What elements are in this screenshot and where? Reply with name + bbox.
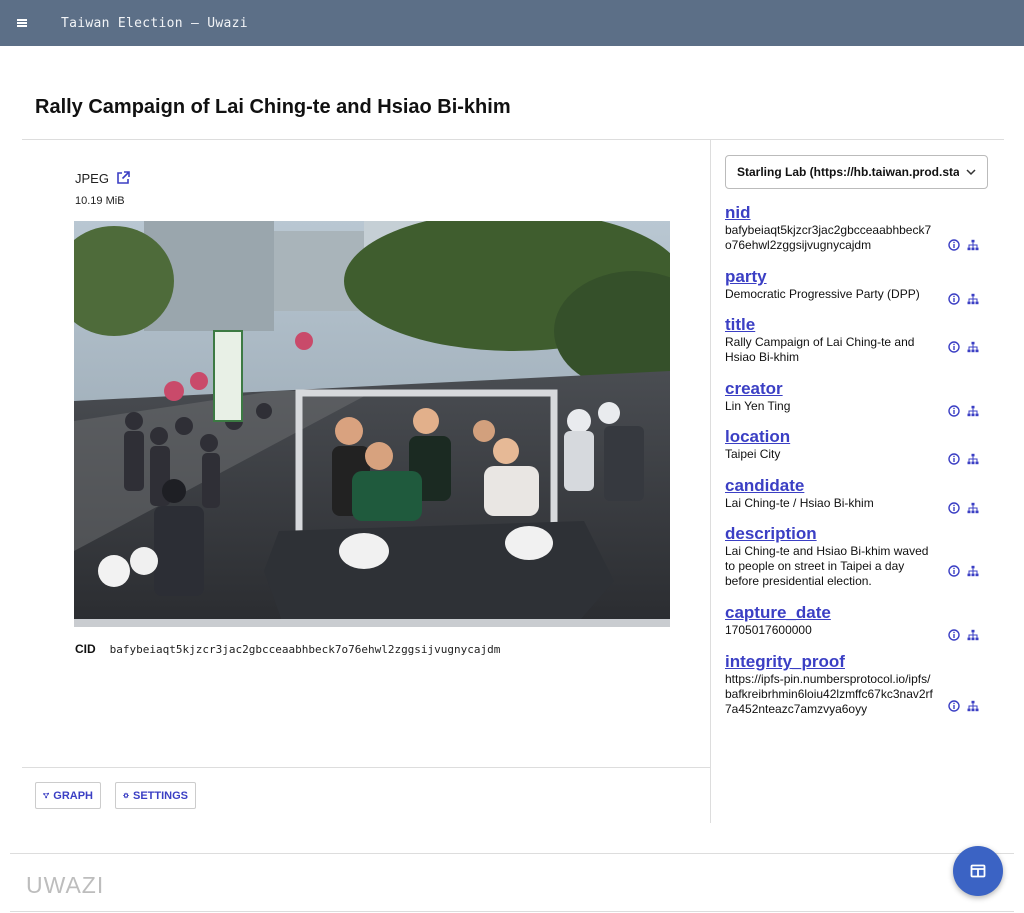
divider (22, 767, 710, 768)
source-select[interactable]: Starling Lab (https://hb.taiwan.prod.sta… (725, 155, 988, 189)
file-type: JPEG (75, 170, 131, 186)
metadata-actions (948, 453, 979, 465)
sitemap-icon[interactable] (967, 629, 979, 641)
info-icon[interactable] (948, 341, 960, 353)
metadata-field-candidate: candidate Lai Ching-te / Hsiao Bi-khim (725, 476, 979, 514)
metadata-actions (948, 700, 979, 712)
source-select-value: Starling Lab (https://hb.taiwan.prod.sta… (737, 165, 959, 179)
metadata-field-nid: nid bafybeiaqt5kjzcr3jac2gbcceaabhbeck7o7… (725, 203, 979, 253)
metadata-key-link[interactable]: party (725, 267, 767, 287)
sitemap-icon[interactable] (967, 239, 979, 251)
sidepanel-icon (970, 864, 986, 878)
metadata-value: https://ipfs-pin.numbersprotocol.io/ipfs… (725, 672, 933, 716)
cid-value: bafybeiaqt5kjzcr3jac2gbcceaabhbeck7o76eh… (109, 643, 501, 656)
metadata-actions (948, 405, 979, 417)
metadata-field-creator: creator Lin Yen Ting (725, 379, 979, 417)
metadata-value: Democratic Progressive Party (DPP) (725, 287, 920, 301)
sitemap-icon[interactable] (967, 700, 979, 712)
info-icon[interactable] (948, 700, 960, 712)
metadata-actions (948, 293, 979, 305)
metadata-field-description: description Lai Ching-te and Hsiao Bi-khi… (725, 524, 979, 589)
info-icon[interactable] (948, 405, 960, 417)
cid-row: CID bafybeiaqt5kjzcr3jac2gbcceaabhbeck7o… (75, 642, 500, 656)
divider (10, 911, 1014, 912)
info-icon[interactable] (948, 502, 960, 514)
sitemap-icon[interactable] (967, 565, 979, 577)
panel-divider (710, 140, 711, 823)
file-preview-image[interactable] (74, 221, 670, 627)
sitemap-icon[interactable] (967, 341, 979, 353)
file-type-label: JPEG (75, 170, 109, 186)
metadata-field-integrity-proof: integrity_proof https://ipfs-pin.numbersp… (725, 652, 979, 717)
info-icon[interactable] (948, 239, 960, 251)
graph-button[interactable]: GRAPH (35, 782, 101, 809)
metadata-key-link[interactable]: creator (725, 379, 783, 399)
metadata-key-link[interactable]: location (725, 427, 790, 447)
top-bar: Taiwan Election — Uwazi (0, 0, 1024, 46)
metadata-field-title: title Rally Campaign of Lai Ching-te and … (725, 315, 979, 365)
sitemap-icon[interactable] (967, 293, 979, 305)
settings-button[interactable]: SETTINGS (115, 782, 196, 809)
metadata-key-link[interactable]: capture_date (725, 603, 831, 623)
external-link-icon[interactable] (115, 170, 131, 186)
hamburger-icon (17, 22, 27, 24)
metadata-actions (948, 629, 979, 641)
metadata-value: Rally Campaign of Lai Ching-te and Hsiao… (725, 335, 915, 364)
divider (10, 853, 1014, 854)
metadata-key-link[interactable]: description (725, 524, 817, 544)
settings-button-label: SETTINGS (132, 789, 188, 802)
metadata-field-capture-date: capture_date 1705017600000 (725, 603, 979, 641)
sitemap-icon[interactable] (967, 453, 979, 465)
metadata-key-link[interactable]: title (725, 315, 755, 335)
cid-label: CID (75, 642, 96, 656)
metadata-actions (948, 565, 979, 577)
metadata-key-link[interactable]: nid (725, 203, 751, 223)
chevron-down-icon (966, 169, 976, 176)
uwazi-logo: UWAZI (26, 872, 105, 898)
sitemap-icon[interactable] (967, 502, 979, 514)
sidepanel-toggle-button[interactable] (953, 846, 1003, 896)
page-title: Rally Campaign of Lai Ching-te and Hsiao… (35, 96, 511, 118)
gear-icon (123, 792, 129, 799)
menu-button[interactable] (0, 0, 44, 46)
graph-icon (43, 792, 50, 799)
app-title[interactable]: Taiwan Election — Uwazi (61, 16, 248, 31)
graph-button-label: GRAPH (53, 789, 93, 802)
metadata-value: Taipei City (725, 447, 781, 461)
metadata-value: Lai Ching-te / Hsiao Bi-khim (725, 496, 874, 510)
metadata-field-location: location Taipei City (725, 427, 979, 465)
info-icon[interactable] (948, 453, 960, 465)
info-icon[interactable] (948, 293, 960, 305)
metadata-actions (948, 341, 979, 353)
metadata-key-link[interactable]: candidate (725, 476, 804, 496)
info-icon[interactable] (948, 565, 960, 577)
metadata-actions (948, 502, 979, 514)
rally-photo (74, 221, 670, 627)
file-size: 10.19 MiB (75, 195, 125, 207)
info-icon[interactable] (948, 629, 960, 641)
metadata-value: 1705017600000 (725, 623, 812, 637)
metadata-value: Lai Ching-te and Hsiao Bi-khim waved to … (725, 544, 929, 588)
metadata-field-party: party Democratic Progressive Party (DPP) (725, 267, 979, 305)
metadata-actions (948, 239, 979, 251)
metadata-key-link[interactable]: integrity_proof (725, 652, 845, 672)
sitemap-icon[interactable] (967, 405, 979, 417)
divider (22, 139, 1004, 140)
metadata-value: bafybeiaqt5kjzcr3jac2gbcceaabhbeck7o76eh… (725, 223, 932, 252)
metadata-value: Lin Yen Ting (725, 399, 791, 413)
